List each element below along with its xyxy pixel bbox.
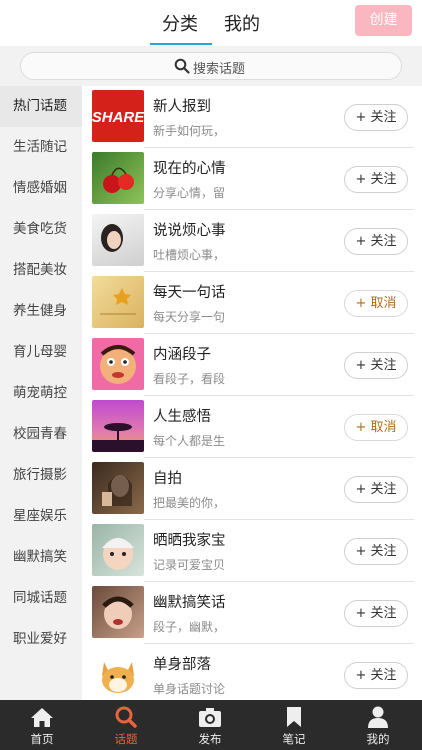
sidebar-item-local[interactable]: 同城话题 (0, 578, 82, 619)
topic-title: 幽默搞笑话 (153, 595, 226, 611)
follow-button[interactable]: + 关注 (344, 352, 408, 379)
topic-subtitle: 每天分享一句 (153, 310, 226, 324)
topic-subtitle: 把最美的你， (153, 496, 226, 510)
tabbar-label: 话题 (114, 732, 138, 746)
list-item[interactable]: 单身部落 单身话题讨论 + 关注 (82, 644, 422, 700)
share-logo-text: SHARE (92, 109, 144, 126)
tabbar-label: 首页 (30, 732, 54, 746)
tabbar-mine[interactable]: 我的 (336, 700, 420, 750)
follow-button[interactable]: + 关注 (344, 538, 408, 565)
topic-title: 晒晒我家宝 (153, 533, 226, 549)
list-item[interactable]: 幽默搞笑话 段子，幽默， + 关注 (82, 582, 422, 644)
tab-category[interactable]: 分类 (162, 10, 198, 36)
search-placeholder: 搜索话题 (193, 62, 246, 77)
topic-title: 说说烦心事 (153, 223, 226, 239)
sidebar-item-horoscope[interactable]: 星座娱乐 (0, 496, 82, 537)
search-icon (174, 58, 190, 74)
sidebar-item-travel[interactable]: 旅行摄影 (0, 455, 82, 496)
user-icon (368, 706, 388, 728)
follow-button[interactable]: + 关注 (344, 166, 408, 193)
shiba-dog-thumbnail (92, 648, 144, 700)
crying-baby-thumbnail (92, 586, 144, 638)
list-item[interactable]: 每天一句话 每天分享一句 + 取消 (82, 272, 422, 334)
top-bar: 分类 我的 创建 (0, 0, 422, 46)
sidebar-item-emotion[interactable]: 情感婚姻 (0, 168, 82, 209)
topic-title: 人生感悟 (153, 409, 211, 425)
active-tab-indicator (150, 43, 212, 45)
camera-icon (199, 708, 221, 727)
sidebar-item-life[interactable]: 生活随记 (0, 127, 82, 168)
search-icon (115, 706, 137, 728)
topic-title: 单身部落 (153, 657, 211, 673)
bottom-tab-bar: 首页 话题 发布 笔记 我的 (0, 700, 422, 750)
sidebar-item-humor[interactable]: 幽默搞笑 (0, 537, 82, 578)
topic-subtitle: 记录可爱宝贝 (153, 558, 226, 572)
follow-button[interactable]: + 关注 (344, 228, 408, 255)
cherries-thumbnail (92, 152, 144, 204)
follow-button[interactable]: + 关注 (344, 476, 408, 503)
create-button[interactable]: 创建 (355, 5, 412, 36)
tabbar-publish[interactable]: 发布 (168, 700, 252, 750)
unfollow-button[interactable]: + 取消 (344, 290, 408, 317)
baby-thumbnail (92, 524, 144, 576)
tab-mine[interactable]: 我的 (224, 10, 260, 36)
list-item[interactable]: 自拍 把最美的你， + 关注 (82, 458, 422, 520)
topic-subtitle: 吐槽烦心事， (153, 248, 226, 262)
sidebar-item-career[interactable]: 职业爱好 (0, 619, 82, 660)
sidebar-item-campus[interactable]: 校园青春 (0, 414, 82, 455)
sunset-tree-thumbnail (92, 400, 144, 452)
list-item[interactable]: 晒晒我家宝 记录可爱宝贝 + 关注 (82, 520, 422, 582)
selfie-thumbnail (92, 462, 144, 514)
tabbar-notes[interactable]: 笔记 (252, 700, 336, 750)
topic-subtitle: 段子，幽默， (153, 620, 226, 634)
tabbar-label: 发布 (198, 732, 222, 746)
quote-card-thumbnail (92, 276, 144, 328)
topic-subtitle: 看段子，看段 (153, 372, 226, 386)
topic-title: 现在的心情 (153, 161, 226, 177)
list-item[interactable]: 人生感悟 每个人都是生 + 取消 (82, 396, 422, 458)
sidebar-item-parenting[interactable]: 育儿母婴 (0, 332, 82, 373)
list-item[interactable]: SHARE 新人报到 新手如何玩， + 关注 (82, 86, 422, 148)
tabbar-label: 我的 (366, 732, 390, 746)
cartoon-face-thumbnail (92, 338, 144, 390)
tabbar-label: 笔记 (282, 732, 306, 746)
topic-subtitle: 新手如何玩， (153, 124, 226, 138)
woman-portrait-thumbnail (92, 214, 144, 266)
tabbar-home[interactable]: 首页 (0, 700, 84, 750)
category-sidebar: 热门话题 生活随记 情感婚姻 美食吃货 搭配美妆 养生健身 育儿母婴 萌宠萌控 … (0, 86, 82, 700)
share-logo-thumbnail: SHARE (92, 90, 144, 142)
topic-list: SHARE 新人报到 新手如何玩， + 关注 现在的心情 分享心情，留 + 关注… (82, 86, 422, 700)
search-input[interactable]: 搜索话题 (20, 52, 402, 80)
list-item[interactable]: 现在的心情 分享心情，留 + 关注 (82, 148, 422, 210)
follow-button[interactable]: + 关注 (344, 600, 408, 627)
topic-subtitle: 单身话题讨论 (153, 682, 226, 696)
sidebar-item-hot[interactable]: 热门话题 (0, 86, 82, 127)
topic-subtitle: 每个人都是生 (153, 434, 226, 448)
list-item[interactable]: 说说烦心事 吐槽烦心事， + 关注 (82, 210, 422, 272)
follow-button[interactable]: + 关注 (344, 104, 408, 131)
sidebar-item-pets[interactable]: 萌宠萌控 (0, 373, 82, 414)
topic-title: 新人报到 (153, 99, 211, 115)
bookmark-icon (287, 707, 301, 727)
unfollow-button[interactable]: + 取消 (344, 414, 408, 441)
tabbar-topics[interactable]: 话题 (84, 700, 168, 750)
follow-button[interactable]: + 关注 (344, 662, 408, 689)
home-icon (31, 708, 53, 727)
topic-title: 每天一句话 (153, 285, 226, 301)
search-bar: 搜索话题 (0, 46, 422, 86)
topic-title: 自拍 (153, 471, 182, 487)
topic-subtitle: 分享心情，留 (153, 186, 226, 200)
sidebar-item-fitness[interactable]: 养生健身 (0, 291, 82, 332)
topic-title: 内涵段子 (153, 347, 211, 363)
list-item[interactable]: 内涵段子 看段子，看段 + 关注 (82, 334, 422, 396)
sidebar-item-food[interactable]: 美食吃货 (0, 209, 82, 250)
sidebar-item-beauty[interactable]: 搭配美妆 (0, 250, 82, 291)
